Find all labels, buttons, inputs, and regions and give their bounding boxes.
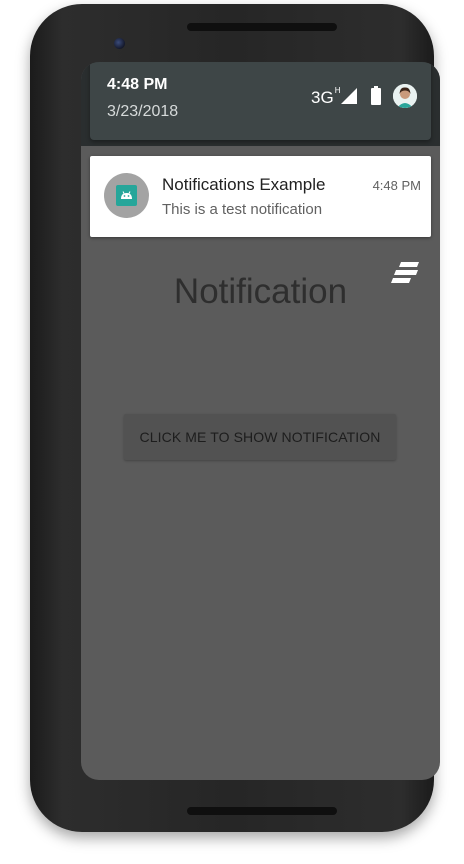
network-type: 3GH [311, 86, 341, 108]
network-subtype: H [334, 86, 341, 95]
quick-settings-header[interactable]: 4:48 PM 3/23/2018 3GH [90, 62, 431, 140]
screen: 4:48 PM 3/23/2018 3GH Notifications Exam… [81, 62, 440, 780]
notification-text: This is a test notification [162, 201, 323, 218]
avatar[interactable] [393, 84, 417, 108]
notification-card[interactable]: Notifications Example 4:48 PM This is a … [90, 156, 431, 237]
android-icon [116, 185, 137, 206]
front-camera [114, 38, 125, 49]
bottom-speaker [187, 807, 337, 815]
notification-time: 4:48 PM [372, 178, 421, 193]
show-notification-button[interactable]: CLICK ME TO SHOW NOTIFICATION [124, 414, 396, 460]
battery-icon [371, 86, 381, 105]
status-date[interactable]: 3/23/2018 [107, 103, 178, 121]
signal-icon [341, 88, 357, 104]
notification-app-icon [104, 173, 149, 218]
notification-title: Notifications Example [162, 175, 326, 194]
stacked-bars-icon[interactable] [391, 262, 419, 284]
status-time: 4:48 PM [107, 76, 168, 93]
network-type-label: 3G [311, 88, 334, 107]
phone-frame: 4:48 PM 3/23/2018 3GH Notifications Exam… [30, 4, 440, 832]
top-speaker [187, 23, 337, 31]
app-title: Notification [173, 272, 348, 311]
